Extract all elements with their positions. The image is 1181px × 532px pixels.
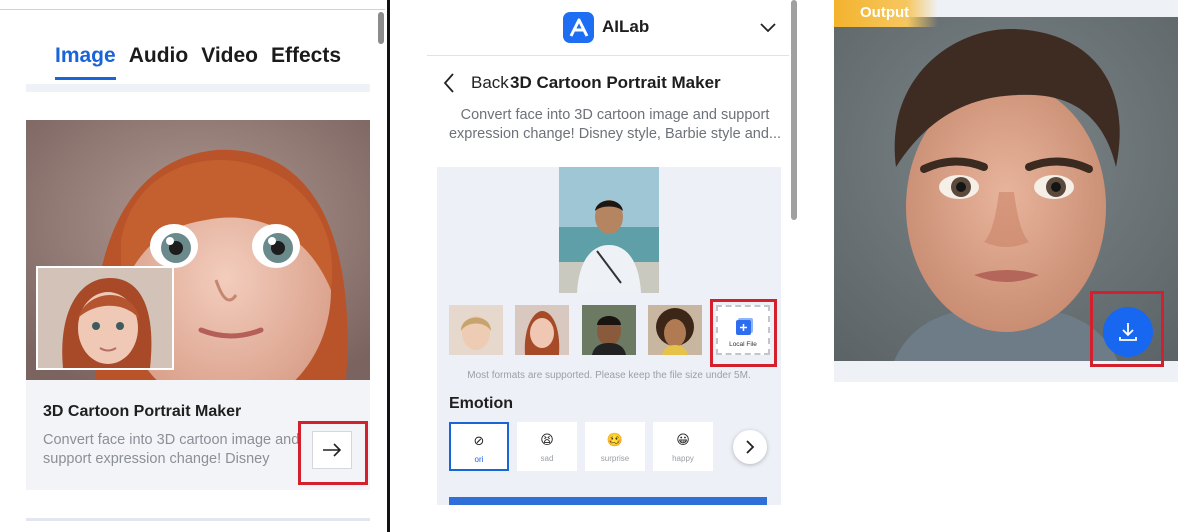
tool-title: 3D Cartoon Portrait Maker bbox=[510, 73, 721, 92]
sample-face-4[interactable] bbox=[648, 305, 702, 355]
sample-face-2[interactable] bbox=[515, 305, 569, 355]
header-divider bbox=[427, 55, 789, 56]
tools-list-panel: Image Audio Video Effects 3D Cartoon Por… bbox=[0, 0, 388, 532]
cartoon-girl-image bbox=[26, 120, 370, 380]
card-description: Convert face into 3D cartoon image and s… bbox=[43, 432, 300, 467]
tab-video[interactable]: Video bbox=[201, 44, 258, 80]
uploaded-photo bbox=[559, 167, 659, 293]
emotion-label: surprise bbox=[600, 454, 630, 463]
upload-hint: Most formats are supported. Please keep … bbox=[467, 370, 751, 381]
tab-effects[interactable]: Effects bbox=[271, 44, 341, 80]
emotion-next-button[interactable] bbox=[733, 430, 767, 464]
card-title: 3D Cartoon Portrait Maker bbox=[43, 403, 242, 420]
tool-description: Convert face into 3D cartoon image and s… bbox=[448, 107, 782, 142]
emotion-happy[interactable]: 😀 happy bbox=[653, 422, 713, 471]
chevron-right-icon bbox=[746, 440, 755, 454]
surprise-face-icon: 🥴 bbox=[606, 432, 624, 447]
tab-audio[interactable]: Audio bbox=[129, 44, 188, 80]
scrollbar[interactable] bbox=[378, 12, 384, 44]
sample-face-1[interactable] bbox=[449, 305, 503, 355]
chevron-down-icon[interactable] bbox=[760, 20, 776, 38]
highlight-box-open-tool bbox=[298, 421, 368, 485]
preview-strip bbox=[449, 497, 767, 505]
emotion-label: happy bbox=[672, 454, 694, 463]
top-divider bbox=[0, 9, 385, 10]
scrollbar[interactable] bbox=[791, 0, 797, 220]
screenshot-composite: Image Audio Video Effects 3D Cartoon Por… bbox=[0, 0, 1181, 532]
emotion-surprise[interactable]: 🥴 surprise bbox=[585, 422, 645, 471]
brand-name: AILab bbox=[602, 17, 650, 36]
sample-face-3[interactable] bbox=[582, 305, 636, 355]
next-card-edge bbox=[26, 518, 370, 521]
chevron-left-icon[interactable] bbox=[443, 73, 455, 98]
happy-face-icon: 😀 bbox=[676, 432, 690, 447]
output-label: Output bbox=[834, 0, 938, 27]
emotion-sad[interactable]: 😫 sad bbox=[517, 422, 577, 471]
section-band bbox=[26, 84, 370, 92]
sad-face-icon: 😫 bbox=[540, 432, 554, 447]
tab-image[interactable]: Image bbox=[55, 44, 116, 80]
emotion-label: ori bbox=[474, 455, 484, 464]
emotion-heading: Emotion bbox=[449, 395, 513, 412]
emotion-ori[interactable]: ⊘ ori bbox=[449, 422, 509, 471]
highlight-box-download bbox=[1090, 291, 1164, 367]
no-effect-icon: ⊘ bbox=[473, 433, 485, 448]
tool-detail-panel: AILab Back 3D Cartoon Portrait Maker Con… bbox=[390, 0, 810, 532]
category-tabs: Image Audio Video Effects bbox=[55, 44, 341, 80]
highlight-box-local-file bbox=[710, 299, 777, 367]
original-photo-inset bbox=[36, 266, 174, 370]
back-link[interactable]: Back bbox=[471, 73, 509, 93]
emotion-label: sad bbox=[540, 454, 554, 463]
ailab-logo-icon bbox=[563, 12, 594, 43]
